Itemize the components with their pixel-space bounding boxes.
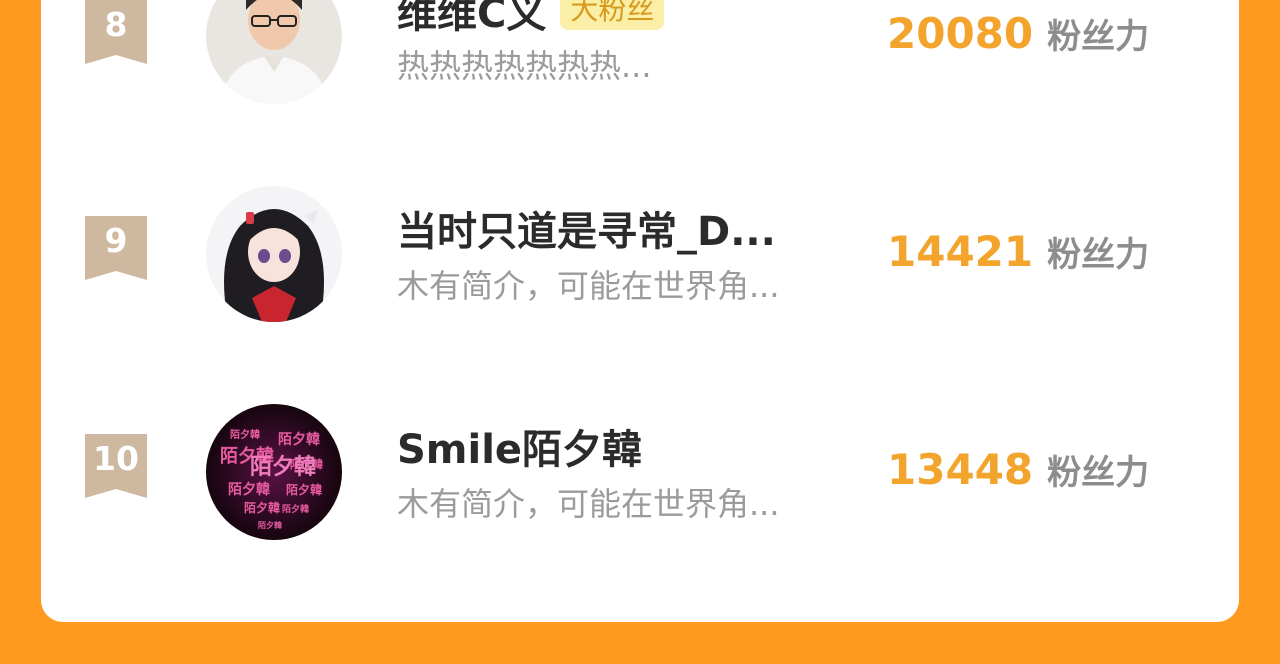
username-line: 当时只道是寻常_D... [397, 204, 776, 260]
user-bio: 木有简介，可能在世界角... [397, 267, 780, 305]
fan-power-unit: 粉丝力 [1047, 17, 1150, 57]
username-line: 维维C义 大粉丝 [397, 0, 665, 42]
svg-text:陌夕韓: 陌夕韓 [258, 520, 282, 530]
user-bio: 木有简介，可能在世界角... [397, 485, 780, 523]
leaderboard-card: 8 维维C义 大粉丝 热热热热热热热... 20080 粉丝力 9 当时只道是寻… [41, 0, 1239, 622]
username[interactable]: 维维C义 [397, 0, 546, 37]
leaderboard-row[interactable]: 10 陌夕韓 陌夕韓 陌夕韓 陌夕韓 陌夕韓 陌夕韓 陌夕韓 陌夕韓 陌夕韓 陌… [41, 394, 1239, 540]
svg-text:陌夕韓: 陌夕韓 [250, 454, 316, 480]
user-avatar[interactable] [206, 186, 342, 322]
svg-text:陌夕韓: 陌夕韓 [282, 503, 309, 515]
rank-ribbon-icon: 8 [85, 0, 147, 64]
fan-power-unit: 粉丝力 [1047, 453, 1150, 493]
user-avatar[interactable] [206, 0, 342, 104]
svg-text:陌夕韓: 陌夕韓 [244, 500, 280, 515]
user-bio: 热热热热热热热... [397, 47, 652, 85]
rank-ribbon-icon: 9 [85, 216, 147, 280]
anime-girl-avatar-icon [206, 186, 342, 322]
rank-number: 8 [104, 5, 128, 44]
svg-text:陌夕韓: 陌夕韓 [228, 481, 270, 498]
leaderboard-row[interactable]: 8 维维C义 大粉丝 热热热热热热热... 20080 粉丝力 [41, 0, 1239, 104]
fan-power: 14421 粉丝力 [887, 224, 1149, 280]
svg-text:陌夕韓: 陌夕韓 [278, 431, 320, 448]
username[interactable]: 当时只道是寻常_D... [397, 209, 776, 255]
fan-power-value: 14421 [887, 227, 1034, 276]
fan-level-badge: 大粉丝 [560, 0, 665, 30]
fan-power-unit: 粉丝力 [1047, 235, 1150, 275]
rank-number: 10 [93, 439, 139, 478]
user-avatar[interactable]: 陌夕韓 陌夕韓 陌夕韓 陌夕韓 陌夕韓 陌夕韓 陌夕韓 陌夕韓 陌夕韓 陌夕韓 [206, 404, 342, 540]
svg-text:陌夕韓: 陌夕韓 [230, 428, 260, 441]
username-line: Smile陌夕韓 [397, 422, 642, 478]
leaderboard-row[interactable]: 9 当时只道是寻常_D... 木有简介，可能在世界角... 14421 粉丝力 [41, 176, 1239, 322]
fan-power: 13448 粉丝力 [887, 442, 1149, 498]
rank-number: 9 [104, 221, 128, 260]
pink-text-avatar-icon: 陌夕韓 陌夕韓 陌夕韓 陌夕韓 陌夕韓 陌夕韓 陌夕韓 陌夕韓 陌夕韓 陌夕韓 [206, 404, 342, 540]
fan-power-value: 13448 [887, 445, 1034, 494]
rank-ribbon-icon: 10 [85, 434, 147, 498]
svg-text:陌夕韓: 陌夕韓 [286, 482, 322, 497]
fan-power-value: 20080 [887, 9, 1034, 58]
man-photo-avatar-icon [206, 0, 342, 104]
username[interactable]: Smile陌夕韓 [397, 427, 642, 473]
fan-power: 20080 粉丝力 [887, 6, 1149, 62]
